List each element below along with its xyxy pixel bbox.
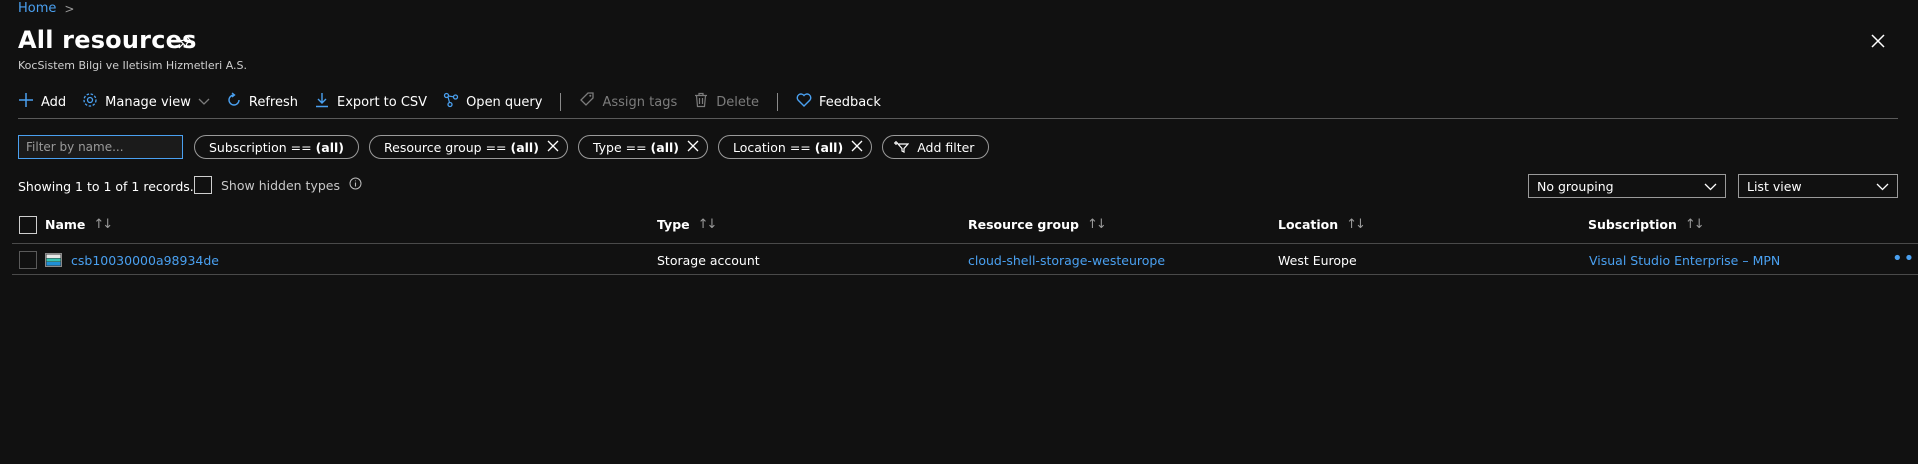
show-hidden-types: Show hidden types [194, 176, 362, 194]
sort-icon: ↑↓ [1086, 217, 1107, 232]
location-filter-pill[interactable]: Location == (all) [717, 135, 873, 159]
column-subscription-label: Subscription [1588, 217, 1677, 232]
records-summary: Showing 1 to 1 of 1 records. [18, 179, 194, 194]
toolbar: Add Manage view Refresh Export to CSV Op… [18, 90, 897, 114]
breadcrumb: Home > [18, 1, 74, 16]
show-hidden-types-label: Show hidden types [221, 177, 340, 193]
breadcrumb-separator: > [64, 1, 75, 16]
open-query-label: Open query [466, 94, 543, 110]
export-csv-button[interactable]: Export to CSV [314, 92, 427, 112]
type-filter-pill[interactable]: Type == (all) [577, 135, 708, 159]
resource-location: West Europe [1278, 253, 1357, 268]
chevron-down-icon [1876, 179, 1889, 194]
assign-tags-label: Assign tags [602, 94, 678, 110]
subscription-filter-pill[interactable]: Subscription == (all) [194, 135, 359, 159]
tag-icon [579, 92, 595, 112]
resource-group-filter-pill[interactable]: Resource group == (all) [369, 135, 568, 159]
refresh-label: Refresh [248, 94, 298, 110]
add-filter-button[interactable]: Add filter [882, 135, 990, 159]
column-resource-group-label: Resource group [968, 217, 1079, 232]
close-icon[interactable] [1870, 33, 1886, 53]
grouping-value: No grouping [1537, 178, 1614, 194]
plus-icon [18, 92, 34, 112]
gear-icon [82, 92, 98, 112]
close-icon[interactable] [851, 140, 863, 155]
download-icon [314, 92, 330, 112]
page-subtitle: KocSistem Bilgi ve Iletisim Hizmetleri A… [18, 59, 248, 72]
assign-tags-button[interactable]: Assign tags [579, 92, 677, 112]
subscription-filter-text: Subscription == (all) [209, 139, 344, 155]
query-icon [443, 92, 459, 112]
view-mode-dropdown[interactable]: List view [1738, 174, 1898, 198]
delete-button[interactable]: Delete [693, 92, 759, 112]
row-checkbox[interactable] [19, 251, 37, 269]
heart-icon [796, 92, 812, 112]
breadcrumb-home[interactable]: Home [18, 1, 56, 16]
resource-group-filter-text: Resource group == (all) [384, 139, 539, 155]
type-filter-text: Type == (all) [592, 139, 679, 155]
show-hidden-types-checkbox[interactable] [194, 176, 212, 194]
close-icon[interactable] [687, 140, 699, 155]
open-query-button[interactable]: Open query [443, 92, 542, 112]
close-icon[interactable] [547, 140, 559, 155]
refresh-button[interactable]: Refresh [226, 92, 298, 112]
column-location-label: Location [1278, 217, 1339, 232]
column-type-label: Type [657, 217, 690, 232]
table-header-divider [12, 243, 1918, 244]
resource-name-link[interactable]: csb10030000a98934de [71, 253, 219, 268]
more-icon[interactable]: ••• [1892, 248, 1918, 269]
page-title: All resources [18, 26, 197, 54]
select-all-checkbox[interactable] [19, 216, 37, 234]
refresh-icon [226, 92, 242, 112]
sort-icon: ↑↓ [697, 217, 718, 232]
filter-by-name-input[interactable] [18, 135, 183, 159]
info-icon[interactable] [349, 177, 362, 193]
column-header-subscription[interactable]: Subscription ↑↓ [1588, 217, 1705, 232]
toolbar-divider [560, 93, 562, 111]
column-header-type[interactable]: Type ↑↓ [657, 217, 718, 232]
manage-view-button[interactable]: Manage view [82, 92, 210, 112]
toolbar-divider-line [18, 118, 1898, 119]
location-filter-text: Location == (all) [732, 139, 844, 155]
sort-icon: ↑↓ [93, 217, 113, 232]
column-header-name[interactable]: Name ↑↓ [45, 217, 113, 232]
resource-type: Storage account [657, 253, 760, 268]
chevron-down-icon [198, 95, 210, 110]
resource-group-link[interactable]: cloud-shell-storage-westeurope [968, 253, 1165, 268]
add-label: Add [41, 94, 67, 110]
sort-icon: ↑↓ [1346, 217, 1366, 232]
trash-icon [693, 92, 709, 112]
feedback-label: Feedback [818, 94, 881, 110]
table-row-divider [12, 274, 1918, 275]
column-header-resource-group[interactable]: Resource group ↑↓ [968, 217, 1107, 232]
grouping-dropdown[interactable]: No grouping [1528, 174, 1726, 198]
column-name-label: Name [45, 217, 86, 232]
chevron-down-icon [1704, 179, 1717, 194]
add-button[interactable]: Add [18, 92, 66, 112]
column-header-location[interactable]: Location ↑↓ [1278, 217, 1366, 232]
toolbar-divider [776, 93, 778, 111]
delete-label: Delete [716, 94, 759, 110]
filter-icon [893, 139, 910, 156]
filter-pills: Subscription == (all) Resource group == … [194, 135, 990, 159]
subscription-link[interactable]: Visual Studio Enterprise – MPN [1589, 253, 1780, 268]
storage-account-icon [45, 252, 62, 271]
feedback-button[interactable]: Feedback [796, 92, 881, 112]
view-mode-value: List view [1747, 178, 1802, 194]
export-csv-label: Export to CSV [336, 94, 428, 110]
sort-icon: ↑↓ [1684, 217, 1705, 232]
add-filter-label: Add filter [917, 139, 975, 155]
pin-icon[interactable] [178, 34, 193, 53]
manage-view-label: Manage view [105, 94, 191, 110]
